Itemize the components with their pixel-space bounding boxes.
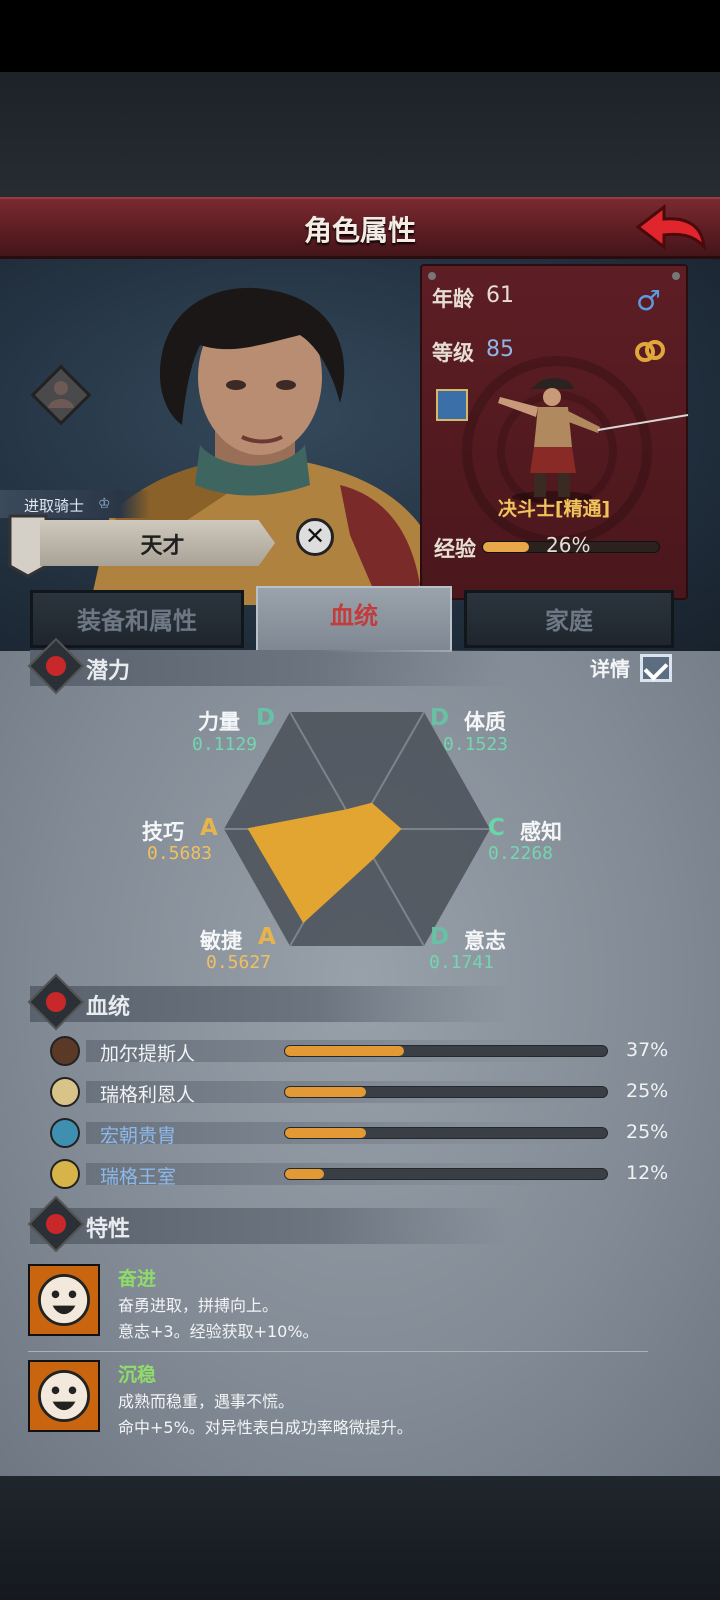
trait-description: 成熟而稳重，遇事不慌。 (118, 1392, 295, 1411)
bloodline-fill (285, 1046, 405, 1056)
detail-label: 详情 (590, 657, 630, 681)
background-bottom (0, 1476, 720, 1600)
attr-constitution-value: 0.1523 (443, 734, 509, 755)
bloodline-name: 加尔提斯人 (100, 1043, 196, 1065)
attr-strength-value: 0.1129 (192, 734, 258, 755)
crown-icon: ♔ (98, 496, 111, 512)
bloodline-section-header: 血统 (27, 973, 510, 1031)
duelist-figure (498, 378, 689, 503)
bloodline-bar (284, 1086, 608, 1098)
level-value: 85 (486, 337, 514, 362)
tab-family[interactable]: 家庭 (464, 590, 674, 648)
attr-will-grade: D (430, 924, 450, 950)
attr-skill-grade: A (200, 815, 218, 841)
bloodline-percent: 25% (626, 1080, 669, 1102)
trait-effect: 意志+3。经验获取+10%。 (118, 1322, 319, 1341)
level-label: 等级 (432, 341, 474, 365)
rank-label: 进取骑士 (24, 497, 85, 515)
bloodline-name: 宏朝贵胄 (100, 1125, 177, 1147)
attr-perception-value: 0.2268 (488, 843, 554, 864)
potential-section-header: 潜力 (27, 637, 510, 695)
close-icon[interactable]: ✕ (296, 518, 334, 556)
trait-description: 奋勇进取，拼搏向上。 (118, 1296, 279, 1315)
male-gender-icon: ♂ (636, 284, 662, 317)
class-emblem-icon (30, 364, 92, 426)
class-name: 决斗士[精通] (497, 498, 611, 520)
regulion-emblem-icon (50, 1077, 80, 1107)
attr-will-name: 意志 (464, 929, 506, 953)
bloodline-bar (284, 1045, 608, 1057)
galtis-emblem-icon (50, 1036, 80, 1066)
bloodline-row: 瑞格王室 12% (46, 1157, 686, 1193)
trait-divider (28, 1351, 648, 1352)
attr-agility-name: 敏捷 (200, 929, 242, 953)
bloodline-fill (285, 1169, 324, 1179)
status-bar-area (0, 0, 720, 72)
smiling-face-icon (28, 1360, 100, 1432)
attr-strength-grade: D (256, 705, 276, 731)
marriage-rings-icon[interactable] (634, 338, 666, 364)
attr-constitution-name: 体质 (464, 710, 506, 734)
attr-agility-grade: A (258, 924, 276, 950)
tab-bloodline[interactable]: 血统 (256, 586, 452, 652)
bloodline-fill (285, 1087, 366, 1097)
trait-item[interactable]: 奋进 奋勇进取，拼搏向上。 意志+3。经验获取+10%。 (28, 1264, 688, 1352)
attr-skill-name: 技巧 (142, 820, 184, 844)
page-title: 角色属性 (303, 214, 416, 247)
bloodline-title: 血统 (86, 995, 131, 1020)
bloodline-bar (284, 1168, 608, 1180)
bloodline-row: 宏朝贵胄 25% (46, 1116, 686, 1152)
exp-progress-fill (483, 542, 529, 552)
trait-item[interactable]: 沉稳 成熟而稳重，遇事不慌。 命中+5%。对异性表白成功率略微提升。 (28, 1360, 688, 1448)
bloodline-percent: 25% (626, 1121, 669, 1143)
bloodline-row: 加尔提斯人 37% (46, 1034, 686, 1070)
attr-constitution-grade: D (430, 705, 450, 731)
hong-dynasty-emblem-icon (50, 1118, 80, 1148)
smiling-face-icon (28, 1264, 100, 1336)
attr-skill-value: 0.5683 (147, 843, 213, 864)
royal-crown-emblem-icon (50, 1159, 80, 1189)
attr-perception-grade: C (488, 815, 505, 841)
exp-percent: 26% (546, 533, 591, 557)
attr-strength-name: 力量 (198, 710, 240, 734)
tab-bar: 装备和属性 血统 家庭 (0, 586, 720, 652)
age-value: 61 (486, 283, 514, 308)
bloodline-row: 瑞格利恩人 25% (46, 1075, 686, 1111)
bloodline-name: 瑞格王室 (100, 1166, 177, 1188)
background-top (0, 72, 720, 197)
traits-section-header: 特性 (27, 1195, 510, 1253)
trait-effect: 命中+5%。对异性表白成功率略微提升。 (118, 1418, 413, 1437)
back-arrow-icon[interactable] (634, 203, 708, 255)
attr-will-value: 0.1741 (429, 952, 495, 973)
detail-checkbox[interactable] (640, 654, 672, 682)
attr-perception-name: 感知 (520, 820, 562, 844)
age-label: 年龄 (432, 287, 474, 311)
skill-sword-icon[interactable] (436, 389, 468, 421)
traits-title: 特性 (86, 1217, 131, 1242)
talent-label: 天才 (140, 534, 185, 559)
nail-decoration (428, 272, 436, 280)
attr-agility-value: 0.5627 (206, 952, 272, 973)
bloodline-name: 瑞格利恩人 (100, 1084, 196, 1106)
nail-decoration (672, 272, 680, 280)
bloodline-fill (285, 1128, 366, 1138)
potential-title: 潜力 (86, 659, 131, 684)
tab-equipment[interactable]: 装备和属性 (30, 590, 244, 648)
bloodline-percent: 37% (626, 1039, 669, 1061)
header-banner: 角色属性 (0, 197, 720, 259)
exp-label: 经验 (434, 537, 476, 561)
bloodline-bar (284, 1127, 608, 1139)
trait-name: 奋进 (118, 1268, 157, 1290)
trait-name: 沉稳 (118, 1364, 157, 1386)
bloodline-percent: 12% (626, 1162, 669, 1184)
